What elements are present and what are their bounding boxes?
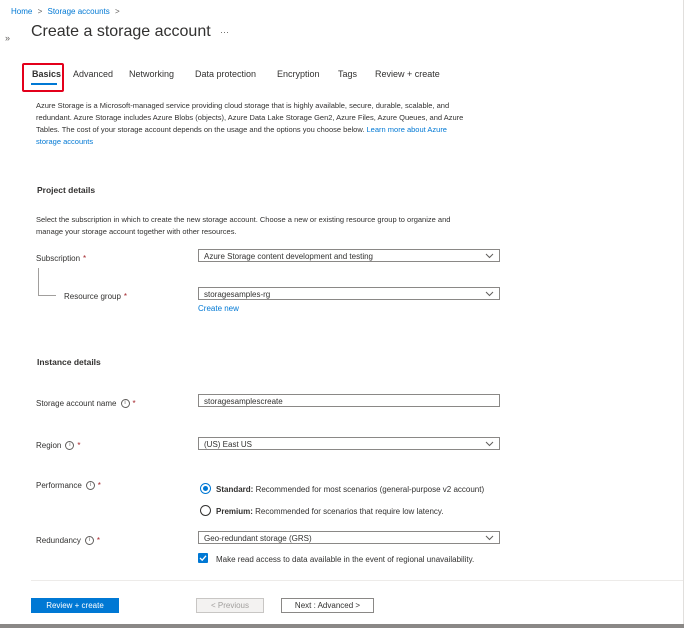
chevron-down-icon [485,253,494,259]
required-marker: * [83,254,87,263]
standard-bold: Standard: [216,485,254,494]
subscription-label: Subscription * [36,254,86,263]
storage-account-name-input[interactable]: storagesamplescreate [198,394,500,407]
intro-line-text: Tables. The cost of your storage account… [36,125,365,134]
checkmark-icon [199,555,207,562]
info-icon[interactable]: i [120,399,130,409]
performance-premium-radio[interactable] [200,505,211,516]
storage-account-name-label: Storage account name i * [36,399,136,409]
intro-line: redundant. Azure Storage includes Azure … [36,113,464,122]
breadcrumb: Home > Storage accounts > [11,7,120,16]
subscription-value: Azure Storage content development and te… [204,252,373,261]
redundancy-dropdown[interactable]: Geo-redundant storage (GRS) [198,531,500,544]
premium-description: Recommended for scenarios that require l… [255,507,444,516]
info-icon[interactable]: i [65,441,75,451]
read-access-label: Make read access to data available in th… [216,555,475,564]
review-create-button[interactable]: Review + create [31,598,119,613]
chevron-down-icon [485,291,494,297]
region-dropdown[interactable]: (US) East US [198,437,500,450]
region-label-text: Region [36,441,62,450]
tab-networking[interactable]: Networking [129,69,174,79]
tab-encryption[interactable]: Encryption [277,69,320,79]
breadcrumb-separator: > [37,7,43,16]
intro-text: Azure Storage is a Microsoft-managed ser… [36,100,506,148]
create-new-resource-group-link[interactable]: Create new [198,304,239,313]
performance-premium-label: Premium: Recommended for scenarios that … [216,507,444,516]
breadcrumb-home-link[interactable]: Home [11,7,32,16]
intro-line: Azure Storage is a Microsoft-managed ser… [36,101,450,110]
chevron-down-icon [485,535,494,541]
performance-standard-label: Standard: Recommended for most scenarios… [216,485,484,494]
tab-data-protection[interactable]: Data protection [195,69,256,79]
next-advanced-button[interactable]: Next : Advanced > [281,598,374,613]
tab-review-create[interactable]: Review + create [375,69,440,79]
tree-connector-horizontal [38,295,56,296]
tab-basics-underline [31,83,57,85]
description-line: Select the subscription in which to crea… [36,215,451,224]
description-line: manage your storage account together wit… [36,227,237,236]
redundancy-label: Redundancy i * [36,536,101,546]
bottom-border [0,624,684,628]
required-marker: * [77,441,81,450]
redundancy-value: Geo-redundant storage (GRS) [204,534,312,543]
required-marker: * [123,292,128,301]
tab-basics[interactable]: Basics [32,69,61,79]
performance-label: Performance i * [36,481,101,491]
storage-account-name-label-text: Storage account name [36,399,117,408]
instance-details-heading: Instance details [37,357,101,367]
read-access-checkbox[interactable] [198,553,208,563]
resource-group-value: storagesamples-rg [204,290,271,299]
learn-more-link-continued[interactable]: storage accounts [36,136,506,148]
previous-button[interactable]: < Previous [196,598,264,613]
required-marker: * [96,536,101,545]
resource-group-label-text: Resource group [64,292,121,301]
performance-label-text: Performance [36,481,82,490]
performance-standard-radio[interactable] [200,483,211,494]
tab-advanced[interactable]: Advanced [73,69,113,79]
info-icon[interactable]: i [85,481,95,491]
region-value: (US) East US [204,440,253,449]
intro-line: Tables. The cost of your storage account… [36,124,506,136]
footer-divider [31,580,683,581]
collapse-sidebar-icon[interactable]: » [5,33,10,43]
required-marker: * [132,399,136,408]
storage-account-name-value: storagesamplescreate [204,397,283,406]
more-options-button[interactable]: ··· [220,27,229,37]
redundancy-label-text: Redundancy [36,536,81,545]
resource-group-label: Resource group * [64,292,127,301]
breadcrumb-storage-accounts-link[interactable]: Storage accounts [47,7,109,16]
project-details-heading: Project details [37,185,96,195]
learn-more-link[interactable]: Learn more about Azure [367,125,447,134]
premium-bold: Premium: [216,507,253,516]
subscription-label-text: Subscription [36,254,81,263]
standard-description: Recommended for most scenarios (general-… [255,485,485,494]
project-details-description: Select the subscription in which to crea… [36,214,450,238]
region-label: Region i * [36,441,81,451]
info-icon[interactable]: i [84,536,94,546]
chevron-down-icon [485,441,494,447]
tree-connector-vertical [38,268,39,295]
breadcrumb-separator: > [114,7,120,16]
required-marker: * [97,481,101,490]
tab-tags[interactable]: Tags [338,69,357,79]
page-title: Create a storage account [31,23,211,40]
resource-group-dropdown[interactable]: storagesamples-rg [198,287,500,300]
subscription-dropdown[interactable]: Azure Storage content development and te… [198,249,500,262]
